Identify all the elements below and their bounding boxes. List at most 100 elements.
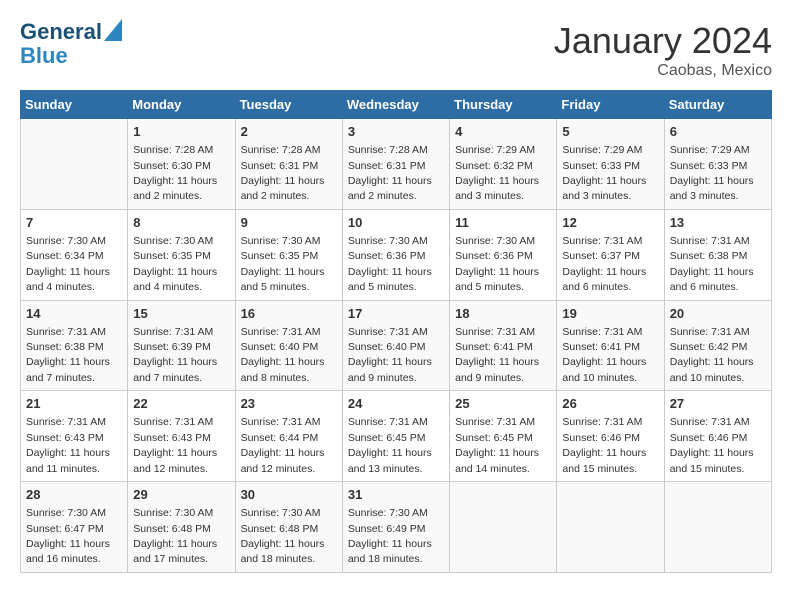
day-number: 14 xyxy=(26,305,122,323)
day-number: 21 xyxy=(26,395,122,413)
header-monday: Monday xyxy=(128,91,235,119)
calendar-cell: 7 Sunrise: 7:30 AMSunset: 6:34 PMDaylight… xyxy=(21,209,128,300)
calendar-cell: 4 Sunrise: 7:29 AMSunset: 6:32 PMDaylight… xyxy=(450,119,557,210)
day-number: 12 xyxy=(562,214,658,232)
day-info: Sunrise: 7:31 AMSunset: 6:45 PMDaylight:… xyxy=(455,416,539,474)
day-info: Sunrise: 7:28 AMSunset: 6:31 PMDaylight:… xyxy=(241,144,325,202)
day-info: Sunrise: 7:31 AMSunset: 6:45 PMDaylight:… xyxy=(348,416,432,474)
day-number: 23 xyxy=(241,395,337,413)
day-number: 1 xyxy=(133,123,229,141)
day-number: 29 xyxy=(133,486,229,504)
calendar-cell: 8 Sunrise: 7:30 AMSunset: 6:35 PMDaylight… xyxy=(128,209,235,300)
calendar-week-1: 7 Sunrise: 7:30 AMSunset: 6:34 PMDaylight… xyxy=(21,209,772,300)
calendar-cell: 26Sunrise: 7:31 AMSunset: 6:46 PMDayligh… xyxy=(557,391,664,482)
day-number: 22 xyxy=(133,395,229,413)
day-info: Sunrise: 7:31 AMSunset: 6:43 PMDaylight:… xyxy=(26,416,110,474)
calendar-cell: 17 Sunrise: 7:31 AMSunset: 6:40 PMDayligh… xyxy=(342,300,449,391)
title-section: January 2024 Caobas, Mexico xyxy=(554,20,772,80)
calendar-cell: 1 Sunrise: 7:28 AMSunset: 6:30 PMDaylight… xyxy=(128,119,235,210)
day-info: Sunrise: 7:31 AMSunset: 6:40 PMDaylight:… xyxy=(348,326,432,384)
calendar-cell: 19 Sunrise: 7:31 AMSunset: 6:41 PMDayligh… xyxy=(557,300,664,391)
calendar-week-0: 1 Sunrise: 7:28 AMSunset: 6:30 PMDaylight… xyxy=(21,119,772,210)
calendar-cell: 25 Sunrise: 7:31 AMSunset: 6:45 PMDayligh… xyxy=(450,391,557,482)
day-number: 13 xyxy=(670,214,766,232)
calendar-cell: 20Sunrise: 7:31 AMSunset: 6:42 PMDayligh… xyxy=(664,300,771,391)
calendar-cell: 14 Sunrise: 7:31 AMSunset: 6:38 PMDayligh… xyxy=(21,300,128,391)
day-number: 4 xyxy=(455,123,551,141)
day-number: 10 xyxy=(348,214,444,232)
day-number: 2 xyxy=(241,123,337,141)
calendar-cell xyxy=(664,482,771,573)
header-tuesday: Tuesday xyxy=(235,91,342,119)
calendar-cell xyxy=(557,482,664,573)
day-info: Sunrise: 7:31 AMSunset: 6:38 PMDaylight:… xyxy=(26,326,110,384)
calendar-cell: 22Sunrise: 7:31 AMSunset: 6:43 PMDayligh… xyxy=(128,391,235,482)
day-info: Sunrise: 7:31 AMSunset: 6:37 PMDaylight:… xyxy=(562,235,646,293)
day-info: Sunrise: 7:30 AMSunset: 6:49 PMDaylight:… xyxy=(348,507,432,565)
day-number: 31 xyxy=(348,486,444,504)
day-info: Sunrise: 7:31 AMSunset: 6:38 PMDaylight:… xyxy=(670,235,754,293)
day-number: 9 xyxy=(241,214,337,232)
calendar-cell: 15Sunrise: 7:31 AMSunset: 6:39 PMDayligh… xyxy=(128,300,235,391)
calendar-cell: 18 Sunrise: 7:31 AMSunset: 6:41 PMDayligh… xyxy=(450,300,557,391)
day-number: 17 xyxy=(348,305,444,323)
header-row: SundayMondayTuesdayWednesdayThursdayFrid… xyxy=(21,91,772,119)
day-info: Sunrise: 7:30 AMSunset: 6:36 PMDaylight:… xyxy=(455,235,539,293)
header-friday: Friday xyxy=(557,91,664,119)
calendar-week-4: 28 Sunrise: 7:30 AMSunset: 6:47 PMDayligh… xyxy=(21,482,772,573)
calendar-week-2: 14 Sunrise: 7:31 AMSunset: 6:38 PMDayligh… xyxy=(21,300,772,391)
day-number: 8 xyxy=(133,214,229,232)
day-info: Sunrise: 7:31 AMSunset: 6:46 PMDaylight:… xyxy=(562,416,646,474)
location-title: Caobas, Mexico xyxy=(554,62,772,80)
day-number: 11 xyxy=(455,214,551,232)
calendar-cell: 23 Sunrise: 7:31 AMSunset: 6:44 PMDayligh… xyxy=(235,391,342,482)
month-title: January 2024 xyxy=(554,20,772,62)
day-number: 28 xyxy=(26,486,122,504)
calendar-cell: 16 Sunrise: 7:31 AMSunset: 6:40 PMDayligh… xyxy=(235,300,342,391)
day-info: Sunrise: 7:31 AMSunset: 6:46 PMDaylight:… xyxy=(670,416,754,474)
calendar-cell: 6Sunrise: 7:29 AMSunset: 6:33 PMDaylight… xyxy=(664,119,771,210)
calendar-cell: 5Sunrise: 7:29 AMSunset: 6:33 PMDaylight… xyxy=(557,119,664,210)
day-info: Sunrise: 7:29 AMSunset: 6:33 PMDaylight:… xyxy=(670,144,754,202)
calendar-cell: 30Sunrise: 7:30 AMSunset: 6:48 PMDayligh… xyxy=(235,482,342,573)
calendar-cell: 28 Sunrise: 7:30 AMSunset: 6:47 PMDayligh… xyxy=(21,482,128,573)
header-thursday: Thursday xyxy=(450,91,557,119)
calendar-cell: 10 Sunrise: 7:30 AMSunset: 6:36 PMDayligh… xyxy=(342,209,449,300)
day-number: 18 xyxy=(455,305,551,323)
page-header: General Blue January 2024 Caobas, Mexico xyxy=(20,20,772,80)
day-info: Sunrise: 7:31 AMSunset: 6:41 PMDaylight:… xyxy=(455,326,539,384)
day-info: Sunrise: 7:30 AMSunset: 6:36 PMDaylight:… xyxy=(348,235,432,293)
header-saturday: Saturday xyxy=(664,91,771,119)
day-info: Sunrise: 7:30 AMSunset: 6:35 PMDaylight:… xyxy=(241,235,325,293)
day-number: 3 xyxy=(348,123,444,141)
day-number: 27 xyxy=(670,395,766,413)
day-number: 20 xyxy=(670,305,766,323)
day-number: 7 xyxy=(26,214,122,232)
calendar-cell: 11 Sunrise: 7:30 AMSunset: 6:36 PMDayligh… xyxy=(450,209,557,300)
day-info: Sunrise: 7:30 AMSunset: 6:35 PMDaylight:… xyxy=(133,235,217,293)
calendar-cell: 29Sunrise: 7:30 AMSunset: 6:48 PMDayligh… xyxy=(128,482,235,573)
calendar-cell: 13 Sunrise: 7:31 AMSunset: 6:38 PMDayligh… xyxy=(664,209,771,300)
calendar-cell: 21 Sunrise: 7:31 AMSunset: 6:43 PMDayligh… xyxy=(21,391,128,482)
day-number: 25 xyxy=(455,395,551,413)
calendar-cell: 9 Sunrise: 7:30 AMSunset: 6:35 PMDaylight… xyxy=(235,209,342,300)
day-info: Sunrise: 7:31 AMSunset: 6:44 PMDaylight:… xyxy=(241,416,325,474)
calendar-week-3: 21 Sunrise: 7:31 AMSunset: 6:43 PMDayligh… xyxy=(21,391,772,482)
day-info: Sunrise: 7:31 AMSunset: 6:40 PMDaylight:… xyxy=(241,326,325,384)
day-info: Sunrise: 7:29 AMSunset: 6:32 PMDaylight:… xyxy=(455,144,539,202)
logo-triangle-icon xyxy=(104,19,122,41)
day-number: 24 xyxy=(348,395,444,413)
day-number: 16 xyxy=(241,305,337,323)
day-number: 19 xyxy=(562,305,658,323)
day-info: Sunrise: 7:31 AMSunset: 6:39 PMDaylight:… xyxy=(133,326,217,384)
day-info: Sunrise: 7:28 AMSunset: 6:31 PMDaylight:… xyxy=(348,144,432,202)
day-info: Sunrise: 7:31 AMSunset: 6:41 PMDaylight:… xyxy=(562,326,646,384)
calendar-table: SundayMondayTuesdayWednesdayThursdayFrid… xyxy=(20,90,772,573)
calendar-cell: 12 Sunrise: 7:31 AMSunset: 6:37 PMDayligh… xyxy=(557,209,664,300)
day-info: Sunrise: 7:30 AMSunset: 6:47 PMDaylight:… xyxy=(26,507,110,565)
calendar-cell: 3 Sunrise: 7:28 AMSunset: 6:31 PMDaylight… xyxy=(342,119,449,210)
day-info: Sunrise: 7:30 AMSunset: 6:34 PMDaylight:… xyxy=(26,235,110,293)
day-info: Sunrise: 7:30 AMSunset: 6:48 PMDaylight:… xyxy=(241,507,325,565)
calendar-cell: 24 Sunrise: 7:31 AMSunset: 6:45 PMDayligh… xyxy=(342,391,449,482)
day-info: Sunrise: 7:28 AMSunset: 6:30 PMDaylight:… xyxy=(133,144,217,202)
